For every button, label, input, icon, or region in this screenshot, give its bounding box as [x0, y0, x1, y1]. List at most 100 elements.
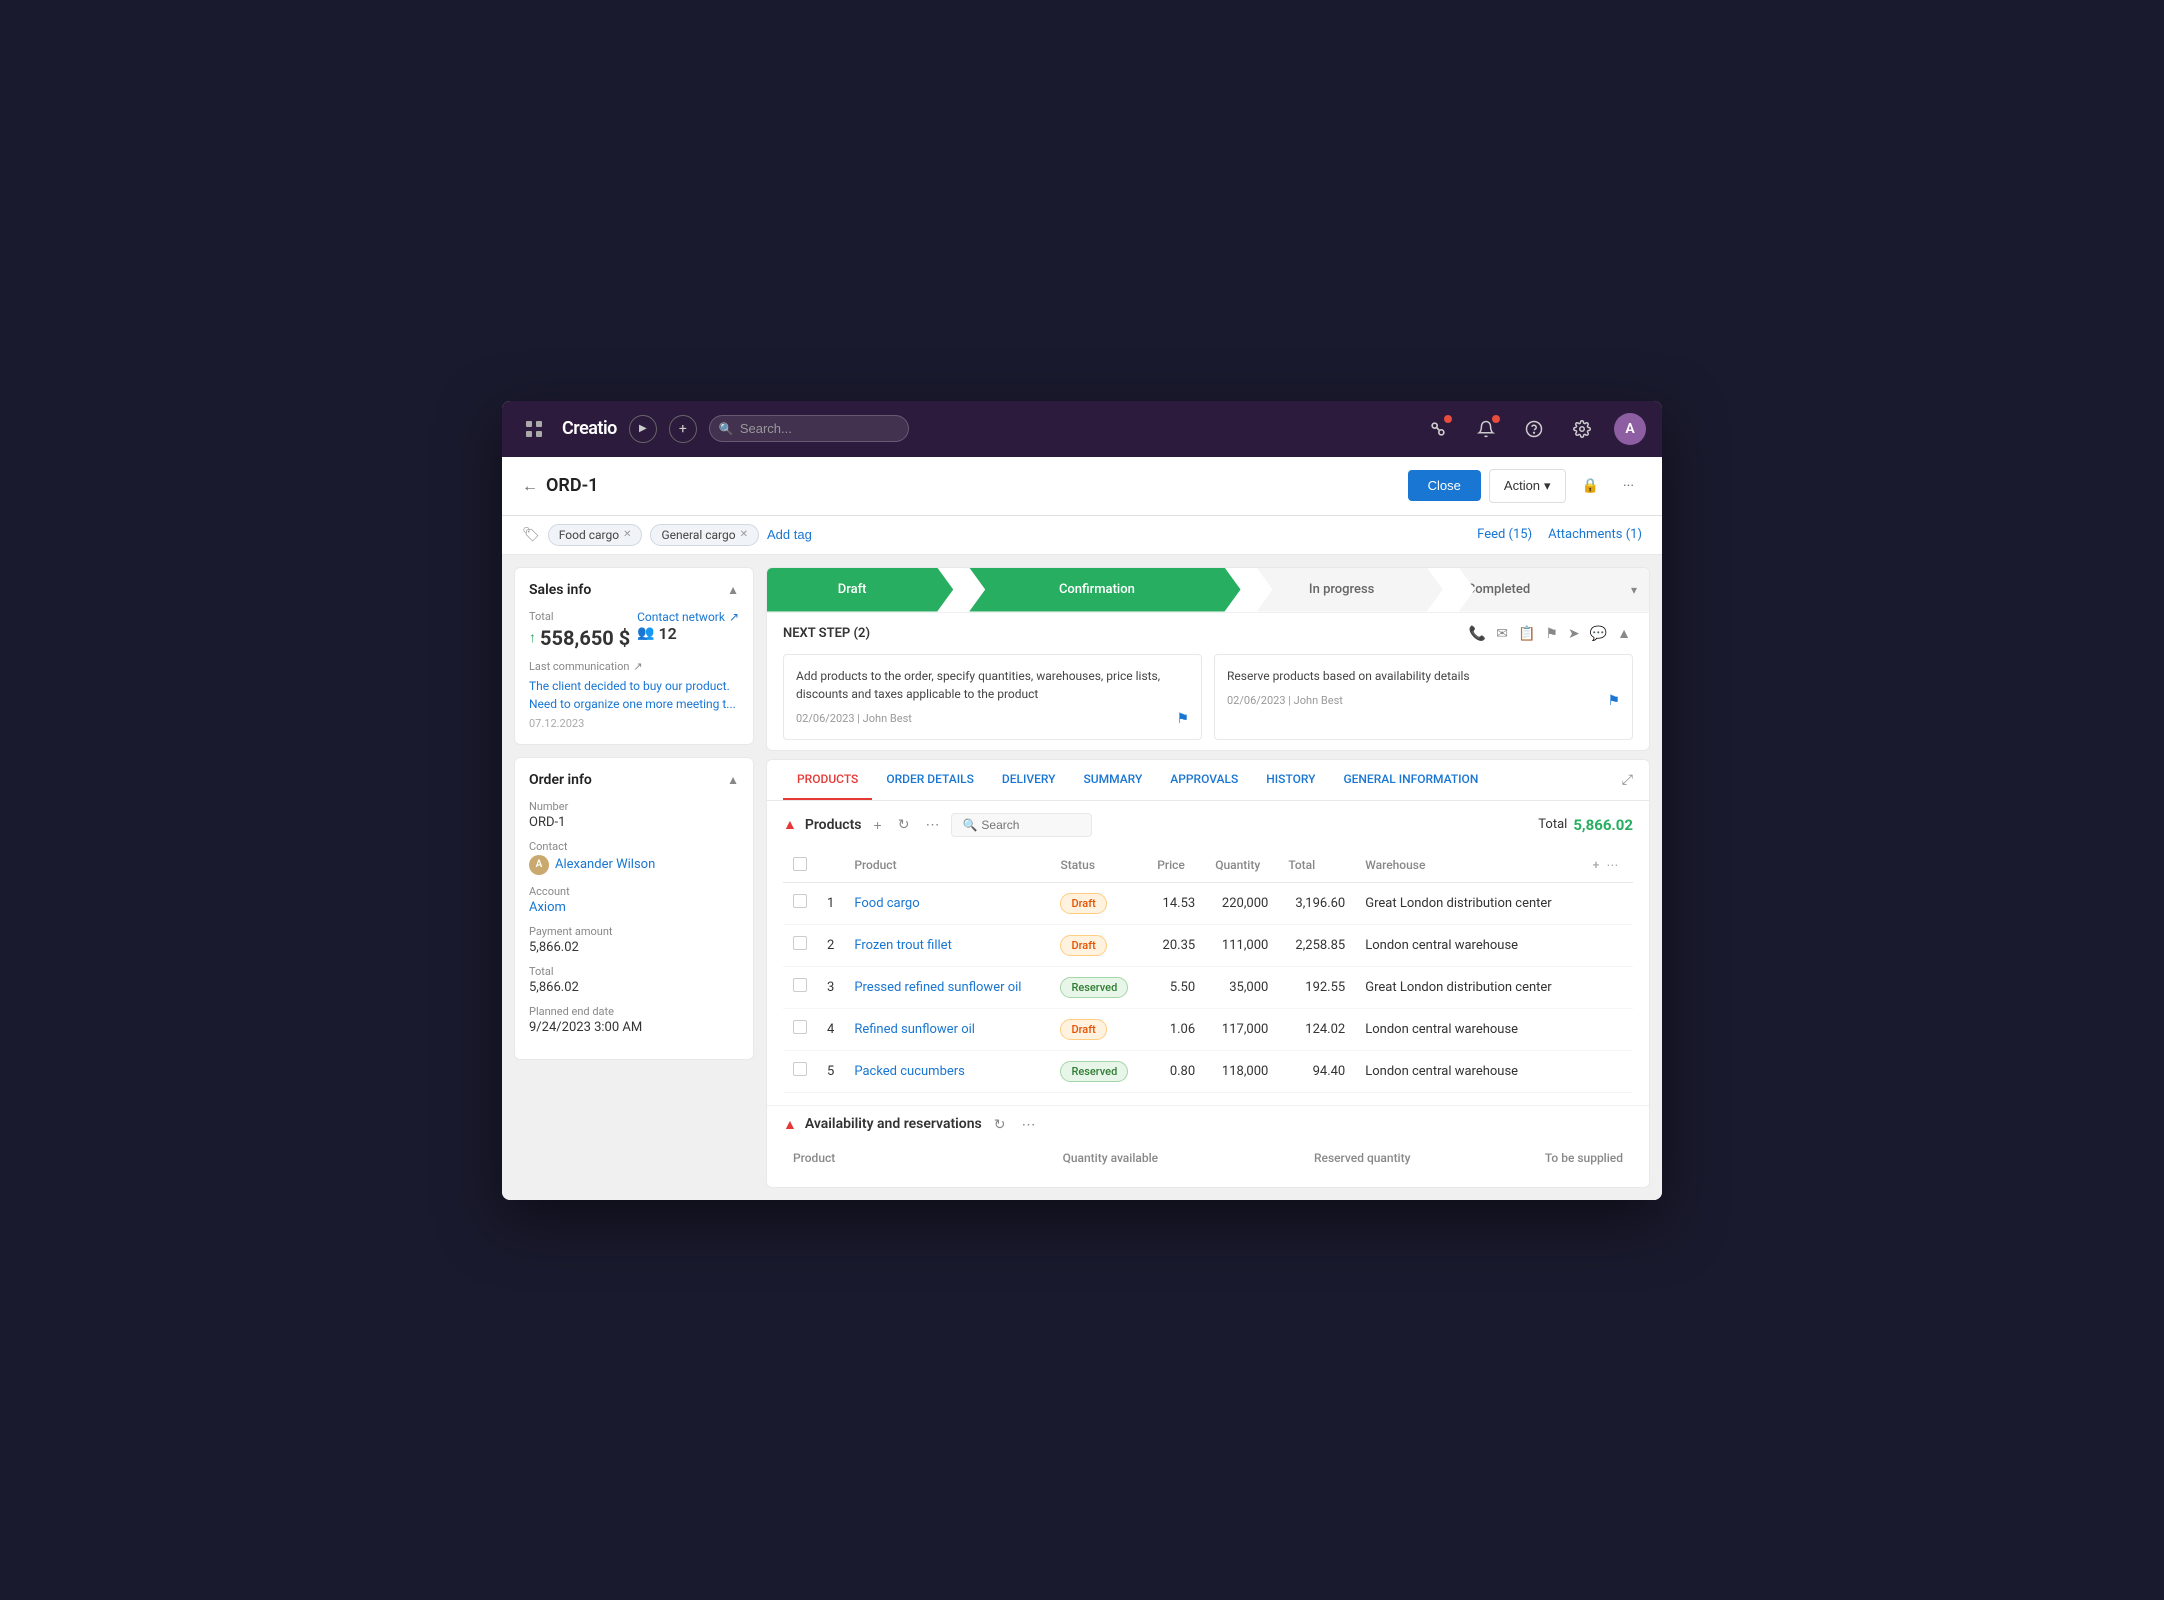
contact-network-label[interactable]: Contact network ↗: [637, 610, 739, 624]
row-status-4: Reserved: [1050, 1050, 1147, 1092]
products-section: ▲ Products + ↻ ⋯ 🔍 Total 5: [767, 801, 1649, 1105]
product-link-2[interactable]: Pressed refined sunflower oil: [854, 980, 1021, 995]
row-qty-4: 118,000: [1205, 1050, 1278, 1092]
row-checkbox-1[interactable]: [793, 936, 807, 950]
tab-history[interactable]: HISTORY: [1252, 760, 1329, 800]
row-product-1: Frozen trout fillet: [844, 924, 1050, 966]
settings-icon[interactable]: [1566, 413, 1598, 445]
calendar-icon[interactable]: 📋: [1516, 623, 1537, 644]
more-col-icon[interactable]: ⋯: [1606, 858, 1618, 872]
stage-bar: Draft Confirmation In progress Completed…: [767, 568, 1649, 612]
stage-inprogress[interactable]: In progress: [1241, 568, 1443, 612]
attachments-link[interactable]: Attachments (1): [1548, 527, 1642, 542]
phone-icon[interactable]: 📞: [1467, 623, 1488, 644]
product-link-1[interactable]: Frozen trout fillet: [854, 938, 952, 953]
sales-info-header: Sales info ▲: [529, 582, 739, 598]
more-options-icon[interactable]: ···: [1615, 470, 1642, 502]
order-account-value[interactable]: Axiom: [529, 900, 739, 915]
email-icon[interactable]: ✉: [1494, 623, 1510, 644]
col-warehouse-header: Warehouse: [1355, 849, 1582, 883]
row-status-1: Draft: [1050, 924, 1147, 966]
back-button[interactable]: ←: [522, 476, 538, 496]
search-icon: 🔍: [719, 422, 734, 436]
add-tab-button[interactable]: +: [669, 415, 697, 443]
add-product-button[interactable]: +: [870, 815, 886, 835]
chat-icon[interactable]: 💬: [1588, 623, 1609, 644]
product-link-0[interactable]: Food cargo: [854, 896, 919, 911]
refresh-products-button[interactable]: ↻: [894, 814, 914, 835]
search-input[interactable]: [709, 415, 909, 442]
row-status-3: Draft: [1050, 1008, 1147, 1050]
play-button[interactable]: ▶: [629, 415, 657, 443]
status-badge-4: Reserved: [1060, 1061, 1128, 1082]
tab-expand-icon[interactable]: ⤢: [1622, 772, 1633, 788]
close-button[interactable]: Close: [1408, 470, 1481, 501]
product-link-3[interactable]: Refined sunflower oil: [854, 1022, 975, 1037]
row-checkbox-3[interactable]: [793, 1020, 807, 1034]
flag-icon[interactable]: ⚑: [1543, 623, 1560, 644]
action-button[interactable]: Action ▾: [1489, 469, 1566, 503]
last-comm-link-icon: ↗: [633, 660, 642, 673]
notification-icon[interactable]: [1470, 413, 1502, 445]
row-checkbox-cell: [783, 1050, 817, 1092]
stage-draft[interactable]: Draft: [767, 568, 953, 612]
products-total-value: 5,866.02: [1573, 816, 1633, 834]
order-contact-field: Contact A Alexander Wilson: [529, 840, 739, 875]
contact-name[interactable]: Alexander Wilson: [555, 857, 655, 872]
sales-total-area: Total ↑ 558,650 $: [529, 610, 630, 650]
help-icon[interactable]: [1518, 413, 1550, 445]
tab-general-info[interactable]: GENERAL INFORMATION: [1329, 760, 1492, 800]
comm-text[interactable]: The client decided to buy our product. N…: [529, 677, 739, 713]
tab-products[interactable]: PRODUCTS: [783, 760, 872, 800]
add-tag-button[interactable]: Add tag: [767, 527, 812, 542]
tags-left: 🏷 Food cargo ✕ General cargo ✕ Add tag: [522, 524, 812, 546]
step-1-flag-icon[interactable]: ⚑: [1176, 711, 1189, 727]
col-total-header: Total: [1278, 849, 1355, 883]
user-avatar[interactable]: A: [1614, 413, 1646, 445]
lock-icon[interactable]: 🔒: [1574, 470, 1607, 502]
tab-order-details[interactable]: ORDER DETAILS: [872, 760, 988, 800]
connect-icon[interactable]: [1422, 413, 1454, 445]
more-avail-button[interactable]: ⋯: [1018, 1114, 1040, 1135]
sales-info-collapse[interactable]: ▲: [727, 583, 739, 597]
stage-confirmation[interactable]: Confirmation: [953, 568, 1240, 612]
row-num-2: 3: [817, 966, 844, 1008]
row-warehouse-3: London central warehouse: [1355, 1008, 1582, 1050]
tab-delivery[interactable]: DELIVERY: [988, 760, 1070, 800]
select-all-checkbox[interactable]: [793, 857, 807, 871]
add-col-icon[interactable]: +: [1593, 858, 1600, 872]
tab-summary[interactable]: SUMMARY: [1070, 760, 1157, 800]
row-qty-3: 117,000: [1205, 1008, 1278, 1050]
row-total-0: 3,196.60: [1278, 882, 1355, 924]
row-warehouse-4: London central warehouse: [1355, 1050, 1582, 1092]
tab-approvals[interactable]: APPROVALS: [1156, 760, 1252, 800]
more-products-button[interactable]: ⋯: [921, 814, 943, 835]
stage-completed[interactable]: Completed ▾: [1443, 568, 1649, 612]
product-search-input[interactable]: [981, 818, 1081, 832]
row-checkbox-2[interactable]: [793, 978, 807, 992]
tag-food-cargo-close[interactable]: ✕: [623, 529, 631, 540]
payment-amount-label: Payment amount: [529, 925, 739, 938]
feed-link[interactable]: Feed (15): [1477, 527, 1532, 542]
next-steps-actions: 📞 ✉ 📋 ⚑ ➤ 💬 ▲: [1467, 623, 1633, 644]
step-2-flag-icon[interactable]: ⚑: [1607, 693, 1620, 709]
table-row: 3 Pressed refined sunflower oil Reserved…: [783, 966, 1633, 1008]
stage-completed-dropdown[interactable]: ▾: [1631, 583, 1637, 597]
product-link-4[interactable]: Packed cucumbers: [854, 1064, 965, 1079]
send-icon[interactable]: ➤: [1566, 623, 1582, 644]
status-badge-1: Draft: [1060, 935, 1106, 956]
tag-general-cargo-close[interactable]: ✕: [740, 529, 748, 540]
avail-section-icon: ▲: [783, 1116, 797, 1133]
row-checkbox-4[interactable]: [793, 1062, 807, 1076]
main-content: Sales info ▲ Total ↑ 558,650 $ Contact n…: [502, 555, 1662, 1200]
grid-icon[interactable]: [518, 413, 550, 445]
row-checkbox-0[interactable]: [793, 894, 807, 908]
col-checkbox: [783, 849, 817, 883]
row-actions-0: [1583, 882, 1633, 924]
refresh-avail-button[interactable]: ↻: [990, 1114, 1010, 1135]
action-dropdown-icon: ▾: [1544, 478, 1551, 494]
sales-amount-value: 558,650 $: [540, 626, 630, 650]
order-info-collapse[interactable]: ▲: [727, 773, 739, 787]
collapse-steps-icon[interactable]: ▲: [1615, 623, 1633, 644]
row-checkbox-cell: [783, 882, 817, 924]
